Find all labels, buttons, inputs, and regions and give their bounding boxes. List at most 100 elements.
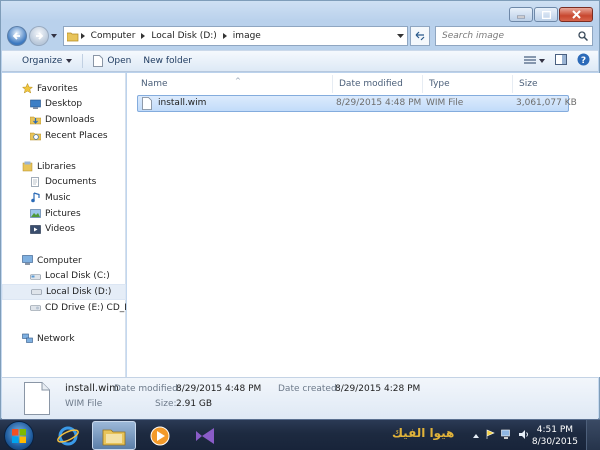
nav-network-label: Network xyxy=(37,333,75,344)
details-size-label: Size: xyxy=(155,399,177,409)
details-pane: install.wim WIM File Date modified: 8/29… xyxy=(2,377,598,419)
nav-item-music[interactable]: Music xyxy=(2,190,126,206)
details-filename: install.wim xyxy=(65,383,119,394)
open-button[interactable]: Open xyxy=(87,52,137,70)
nav-item-cd-drive[interactable]: CD Drive (E:) CD_RO xyxy=(2,300,126,316)
svg-text:?: ? xyxy=(581,56,586,66)
minimize-icon xyxy=(517,15,525,18)
new-folder-button[interactable]: New folder xyxy=(137,52,198,70)
address-bar[interactable]: Computer Local Disk (D:) image xyxy=(62,26,409,46)
internet-explorer-icon xyxy=(57,426,79,445)
nav-item-videos[interactable]: Videos xyxy=(2,221,126,237)
visual-studio-icon xyxy=(196,427,214,444)
refresh-button[interactable] xyxy=(410,26,431,46)
search-input[interactable] xyxy=(442,31,593,41)
file-date-modified: 8/29/2015 4:48 PM xyxy=(336,98,422,108)
clock-time: 4:51 PM xyxy=(536,425,574,435)
taskbar-visual-studio[interactable] xyxy=(184,421,228,450)
column-header-date-modified[interactable]: Date modified xyxy=(333,75,423,93)
nav-item-desktop[interactable]: Desktop xyxy=(2,97,126,113)
breadcrumb-local-disk-d[interactable]: Local Disk (D:) xyxy=(147,31,220,41)
computer-icon xyxy=(22,255,33,266)
details-date-created: 8/29/2015 4:28 PM xyxy=(335,384,421,394)
show-hidden-icons-button[interactable] xyxy=(473,431,479,441)
nav-item-label: Local Disk (D:) xyxy=(46,286,112,297)
change-view-button[interactable] xyxy=(524,56,545,66)
volume-icon[interactable] xyxy=(518,429,530,443)
recent-pages-dropdown[interactable] xyxy=(49,26,59,46)
nav-item-label: CD Drive (E:) CD_RO xyxy=(45,302,126,313)
nav-favorites[interactable]: Favorites xyxy=(2,81,126,97)
close-button[interactable] xyxy=(559,7,593,22)
navigation-row: Computer Local Disk (D:) image xyxy=(7,25,594,47)
network-tray-icon[interactable] xyxy=(501,429,513,443)
show-desktop-button[interactable] xyxy=(586,420,600,450)
preview-pane-button[interactable] xyxy=(555,54,567,68)
maximize-button[interactable] xyxy=(534,7,558,22)
column-header-name[interactable]: Name ^ xyxy=(135,75,333,93)
toolbar-separator xyxy=(82,54,84,68)
breadcrumb-computer[interactable]: Computer xyxy=(87,31,140,41)
taskbar-internet-explorer[interactable] xyxy=(46,421,90,450)
computer-group: Computer Local Disk (C:) Local Disk (D:)… xyxy=(2,253,126,315)
breadcrumb-separator-icon[interactable] xyxy=(79,33,87,39)
details-date-modified: 8/29/2015 4:48 PM xyxy=(176,384,262,394)
open-label: Open xyxy=(107,56,132,66)
star-icon xyxy=(22,83,33,94)
music-icon xyxy=(31,192,40,203)
clock-date: 8/30/2015 xyxy=(531,437,578,447)
media-player-icon xyxy=(150,426,170,445)
column-header-size[interactable]: Size xyxy=(513,75,583,93)
clock[interactable]: 4:51 PM 8/30/2015 xyxy=(532,424,578,448)
breadcrumb-separator-icon[interactable] xyxy=(139,33,147,39)
view-controls: ? xyxy=(524,53,590,69)
details-filetype: WIM File xyxy=(65,399,103,409)
drive-icon xyxy=(31,289,42,296)
nav-computer[interactable]: Computer xyxy=(2,253,126,269)
nav-item-pictures[interactable]: Pictures xyxy=(2,206,126,222)
cd-drive-icon xyxy=(30,305,41,311)
nav-item-local-disk-c[interactable]: Local Disk (C:) xyxy=(2,269,126,285)
command-bar: Organize Open New folder ? xyxy=(2,50,598,72)
back-button[interactable] xyxy=(7,26,27,46)
start-button[interactable] xyxy=(4,421,34,450)
taskbar-windows-explorer[interactable] xyxy=(92,421,136,450)
nav-libraries[interactable]: Libraries xyxy=(2,159,126,175)
help-icon: ? xyxy=(577,53,590,66)
action-center-icon[interactable] xyxy=(485,429,496,443)
file-name: install.wim xyxy=(158,98,207,108)
nav-item-recent-places[interactable]: Recent Places xyxy=(2,128,126,144)
search-icon[interactable] xyxy=(578,31,589,44)
minimize-button[interactable] xyxy=(509,7,533,22)
videos-icon xyxy=(30,224,41,234)
chevron-up-icon xyxy=(473,433,479,438)
breadcrumb-separator-icon[interactable] xyxy=(221,33,229,39)
file-large-icon xyxy=(24,382,50,415)
file-row[interactable]: install.wim 8/29/2015 4:48 PM WIM File 3… xyxy=(137,95,577,112)
forward-arrow-icon xyxy=(35,32,44,40)
address-history-dropdown[interactable] xyxy=(397,32,405,42)
network-icon xyxy=(22,333,33,344)
column-header-type-label: Type xyxy=(429,79,450,89)
column-header-type[interactable]: Type xyxy=(423,75,513,93)
organize-button[interactable]: Organize xyxy=(16,52,78,70)
taskbar-media-player[interactable] xyxy=(138,421,182,450)
nav-item-label: Pictures xyxy=(45,208,81,219)
help-button[interactable]: ? xyxy=(577,53,590,69)
column-header-date-modified-label: Date modified xyxy=(339,79,403,89)
nav-item-documents[interactable]: Documents xyxy=(2,175,126,191)
details-date-created-label: Date created: xyxy=(278,384,340,394)
folder-icon xyxy=(102,429,126,445)
breadcrumb-image[interactable]: image xyxy=(229,31,265,41)
refresh-icon xyxy=(415,31,425,41)
recent-places-icon xyxy=(30,132,41,141)
libraries-group: Libraries Documents Music Pictures Video… xyxy=(2,159,126,237)
new-folder-label: New folder xyxy=(143,56,192,66)
forward-button[interactable] xyxy=(28,26,49,46)
watermark-text: هيوا الفيك xyxy=(392,426,455,440)
nav-item-local-disk-d[interactable]: Local Disk (D:) xyxy=(2,284,126,300)
nav-item-label: Music xyxy=(45,192,71,203)
maximize-icon xyxy=(541,10,551,19)
nav-network[interactable]: Network xyxy=(2,331,126,347)
nav-item-downloads[interactable]: Downloads xyxy=(2,112,126,128)
